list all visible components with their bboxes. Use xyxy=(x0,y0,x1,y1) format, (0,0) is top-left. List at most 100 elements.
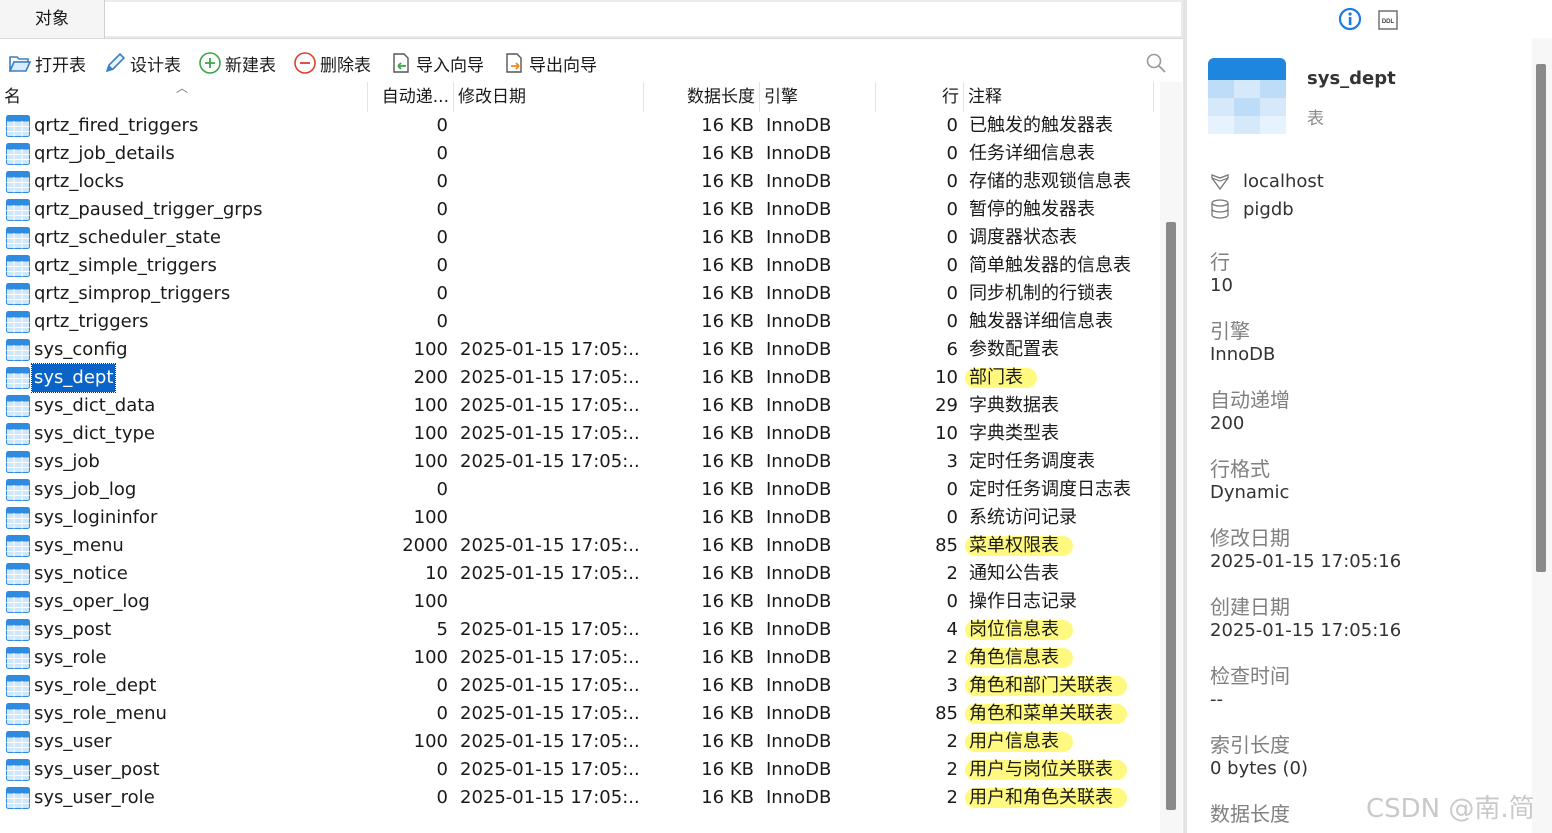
search-icon[interactable] xyxy=(1144,51,1168,75)
table-name[interactable]: qrtz_job_details xyxy=(32,140,177,168)
modified-date: 2025-01-15 17:05:... xyxy=(460,787,640,808)
engine: InnoDB xyxy=(766,423,832,444)
table-name[interactable]: sys_logininfor xyxy=(32,504,159,532)
table-row[interactable]: sys_role_dept 0 2025-01-15 17:05:... 16 KB I… xyxy=(0,672,1160,700)
col-header-auto-increment[interactable]: 自动递... xyxy=(368,82,454,112)
engine: InnoDB xyxy=(766,255,832,276)
design-table-button[interactable]: 设计表 xyxy=(103,46,181,80)
property-label: 行格式 xyxy=(1210,457,1270,481)
modified-date: 2025-01-15 17:05:... xyxy=(460,703,640,724)
modified-date xyxy=(460,504,640,532)
import-icon xyxy=(393,53,409,73)
table-row[interactable]: qrtz_job_details 0 16 KB InnoDB 0 任务详细信息表 xyxy=(0,140,1160,168)
info-pane-scrollbar[interactable] xyxy=(1532,38,1552,833)
table-name[interactable]: sys_menu xyxy=(32,532,126,560)
row-count: 0 xyxy=(946,255,958,276)
table-name[interactable]: sys_role_dept xyxy=(32,672,158,700)
table-name[interactable]: qrtz_fired_triggers xyxy=(32,112,200,140)
auto-increment-value: 100 xyxy=(413,731,448,752)
table-row[interactable]: sys_notice 10 2025-01-15 17:05:... 16 KB Inn… xyxy=(0,560,1160,588)
object-type: 表 xyxy=(1307,109,1324,129)
table-name[interactable]: sys_job_log xyxy=(32,476,138,504)
modified-date: 2025-01-15 17:05:... xyxy=(460,759,640,780)
table-name[interactable]: qrtz_simprop_triggers xyxy=(32,280,232,308)
table-row[interactable]: qrtz_simple_triggers 0 16 KB InnoDB 0 简单触发器的信… xyxy=(0,252,1160,280)
vertical-scrollbar[interactable] xyxy=(1160,82,1182,833)
row-count: 85 xyxy=(935,703,958,724)
table-row[interactable]: sys_menu 2000 2025-01-15 17:05:... 16 KB Inn… xyxy=(0,532,1160,560)
scrollbar-thumb[interactable] xyxy=(1536,64,1546,572)
delete-table-button[interactable]: 删除表 xyxy=(293,46,371,80)
table-row[interactable]: sys_role 100 2025-01-15 17:05:... 16 KB Inno… xyxy=(0,644,1160,672)
property-label: 引擎 xyxy=(1210,319,1250,343)
table-row[interactable]: sys_user_post 0 2025-01-15 17:05:... 16 KB I… xyxy=(0,756,1160,784)
table-name[interactable]: sys_notice xyxy=(32,560,130,588)
table-name[interactable]: sys_user_role xyxy=(32,784,157,812)
open-table-button[interactable]: 打开表 xyxy=(8,46,86,80)
table-name[interactable]: sys_dict_type xyxy=(32,420,157,448)
comment: 用户与岗位关联表 xyxy=(969,759,1113,780)
table-row[interactable]: qrtz_triggers 0 16 KB InnoDB 0 触发器详细信息表 xyxy=(0,308,1160,336)
col-header-data-length[interactable]: 数据长度 xyxy=(644,82,760,112)
table-icon xyxy=(6,675,30,697)
auto-increment-value: 0 xyxy=(436,787,448,808)
scrollbar-thumb[interactable] xyxy=(1166,222,1176,810)
table-icon xyxy=(6,759,30,781)
table-row[interactable]: sys_job_log 0 16 KB InnoDB 0 定时任务调度日志表 xyxy=(0,476,1160,504)
table-name[interactable]: qrtz_triggers xyxy=(32,308,151,336)
col-header-comment[interactable]: 注释 xyxy=(964,82,1154,112)
table-name[interactable]: qrtz_simple_triggers xyxy=(32,252,219,280)
table-row[interactable]: sys_config 100 2025-01-15 17:05:... 16 KB In… xyxy=(0,336,1160,364)
col-header-modified[interactable]: 修改日期 xyxy=(454,82,644,112)
table-name[interactable]: sys_role xyxy=(32,644,109,672)
engine: InnoDB xyxy=(766,367,832,388)
table-row[interactable]: sys_oper_log 100 16 KB InnoDB 0 操作日志记录 xyxy=(0,588,1160,616)
table-name[interactable]: qrtz_scheduler_state xyxy=(32,224,223,252)
table-row[interactable]: qrtz_locks 0 16 KB InnoDB 0 存储的悲观锁信息表 xyxy=(0,168,1160,196)
ddl-icon[interactable]: DDL xyxy=(1377,9,1399,31)
table-row[interactable]: sys_post 5 2025-01-15 17:05:... 16 KB InnoDB… xyxy=(0,616,1160,644)
table-name[interactable]: sys_dict_data xyxy=(32,392,157,420)
table-name[interactable]: sys_post xyxy=(32,616,113,644)
engine: InnoDB xyxy=(766,675,832,696)
table-row[interactable]: qrtz_scheduler_state 0 16 KB InnoDB 0 调度器状态表 xyxy=(0,224,1160,252)
tab-objects[interactable]: 对象 xyxy=(0,0,105,38)
table-name[interactable]: qrtz_locks xyxy=(32,168,126,196)
table-row[interactable]: qrtz_fired_triggers 0 16 KB InnoDB 0 已触发的触发器表 xyxy=(0,112,1160,140)
row-count: 3 xyxy=(946,451,958,472)
table-name[interactable]: sys_user xyxy=(32,728,114,756)
col-header-rows[interactable]: 行 xyxy=(876,82,964,112)
table-icon xyxy=(6,255,30,277)
comment: 通知公告表 xyxy=(969,563,1059,584)
row-count: 0 xyxy=(946,283,958,304)
table-name[interactable]: sys_oper_log xyxy=(32,588,152,616)
auto-increment-value: 0 xyxy=(436,171,448,192)
table-row[interactable]: sys_dict_type 100 2025-01-15 17:05:... 16 K… xyxy=(0,420,1160,448)
table-row[interactable]: sys_user 100 2025-01-15 17:05:... 16 KB Inno… xyxy=(0,728,1160,756)
table-row[interactable]: qrtz_simprop_triggers 0 16 KB InnoDB 0 同步机制的行… xyxy=(0,280,1160,308)
table-name[interactable]: sys_config xyxy=(32,336,130,364)
info-icon[interactable] xyxy=(1338,7,1362,31)
import-wizard-button[interactable]: 导入向导 xyxy=(389,46,484,80)
property-value: InnoDB xyxy=(1210,344,1276,365)
row-count: 0 xyxy=(946,171,958,192)
data-length: 16 KB xyxy=(701,115,754,136)
table-name[interactable]: sys_role_menu xyxy=(32,700,169,728)
table-row[interactable]: sys_user_role 0 2025-01-15 17:05:... 16 KB I… xyxy=(0,784,1160,812)
table-row[interactable]: sys_dept 200 2025-01-15 17:05:... 16 KB Inno… xyxy=(0,363,1160,393)
new-table-button[interactable]: 新建表 xyxy=(198,46,276,80)
row-count: 0 xyxy=(946,479,958,500)
table-name[interactable]: sys_job xyxy=(32,448,102,476)
table-row[interactable]: sys_job 100 2025-01-15 17:05:... 16 KB InnoD… xyxy=(0,448,1160,476)
engine: InnoDB xyxy=(766,647,832,668)
export-wizard-button[interactable]: 导出向导 xyxy=(502,46,597,80)
table-row[interactable]: sys_dict_data 100 2025-01-15 17:05:... 16 K… xyxy=(0,392,1160,420)
col-header-engine[interactable]: 引擎 xyxy=(760,82,876,112)
table-row[interactable]: sys_logininfor 100 16 KB InnoDB 0 系统访问记录 xyxy=(0,504,1160,532)
table-name[interactable]: sys_dept xyxy=(30,363,117,393)
table-row[interactable]: qrtz_paused_trigger_grps 0 16 KB InnoDB 0 暂停的… xyxy=(0,196,1160,224)
table-name[interactable]: sys_user_post xyxy=(32,756,162,784)
modified-date: 2025-01-15 17:05:... xyxy=(460,339,640,360)
table-row[interactable]: sys_role_menu 0 2025-01-15 17:05:... 16 KB I… xyxy=(0,700,1160,728)
table-name[interactable]: qrtz_paused_trigger_grps xyxy=(32,196,265,224)
